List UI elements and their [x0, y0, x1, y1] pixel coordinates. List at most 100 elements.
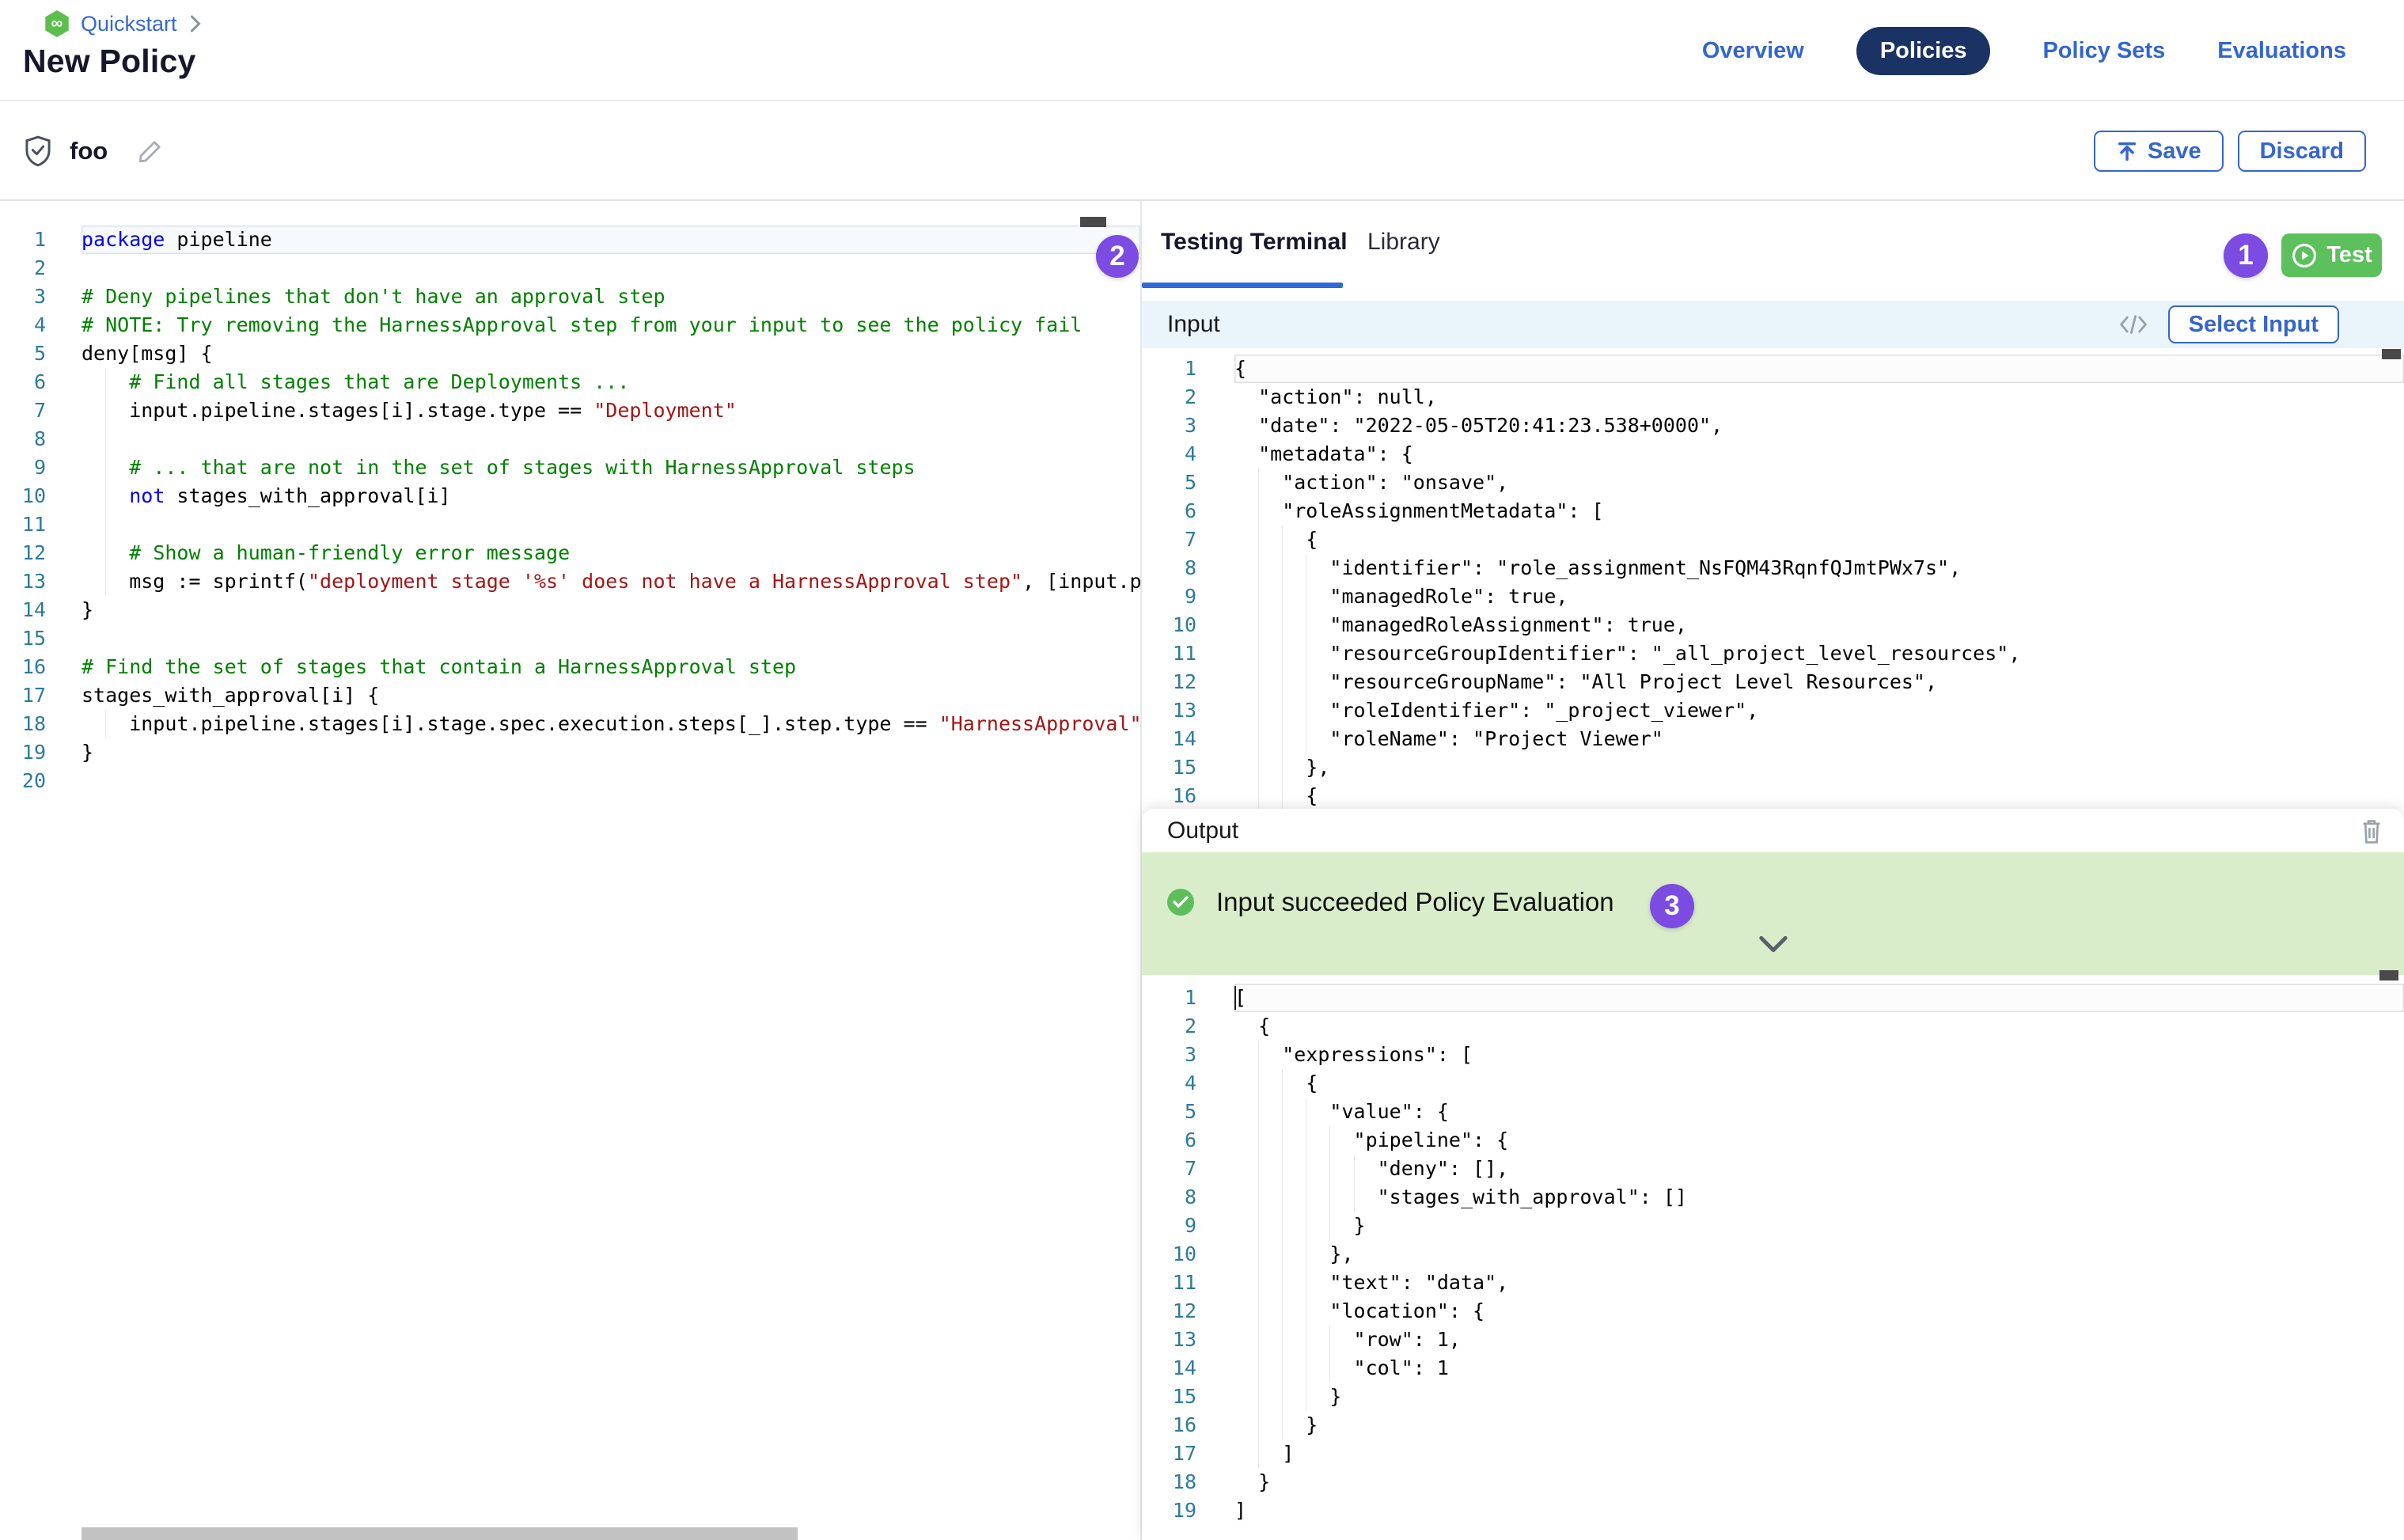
- test-button[interactable]: Test: [2281, 233, 2382, 277]
- code-line[interactable]: 20: [0, 767, 1140, 795]
- evaluation-result-banner: Input succeeded Policy Evaluation: [1142, 852, 2404, 975]
- code-line[interactable]: 2 {: [1142, 1012, 2404, 1041]
- harness-logo-icon[interactable]: ∞: [44, 10, 70, 37]
- code-line[interactable]: 5deny[msg] {: [0, 339, 1140, 368]
- code-line[interactable]: 9 }: [1142, 1212, 2404, 1240]
- code-line[interactable]: 14 "roleName": "Project Viewer": [1142, 725, 2404, 753]
- code-line[interactable]: 6 # Find all stages that are Deployments…: [0, 368, 1140, 396]
- banner-message: Input succeeded Policy Evaluation: [1216, 887, 1614, 917]
- code-line[interactable]: 12 "location": {: [1142, 1297, 2404, 1326]
- code-line[interactable]: 9 # ... that are not in the set of stage…: [0, 453, 1140, 482]
- code-line[interactable]: 11 "resourceGroupIdentifier": "_all_proj…: [1142, 639, 2404, 668]
- code-line[interactable]: 3 "expressions": [: [1142, 1041, 2404, 1069]
- nav-evaluations[interactable]: Evaluations: [2217, 38, 2346, 64]
- code-line[interactable]: 18 }: [1142, 1468, 2404, 1496]
- code-line[interactable]: 12 "resourceGroupName": "All Project Lev…: [1142, 668, 2404, 696]
- code-line[interactable]: 4 {: [1142, 1069, 2404, 1098]
- code-line[interactable]: 1{: [1142, 355, 2404, 383]
- code-line[interactable]: 13 "roleIdentifier": "_project_viewer",: [1142, 696, 2404, 725]
- code-line[interactable]: 4# NOTE: Try removing the HarnessApprova…: [0, 311, 1140, 339]
- code-line[interactable]: 10 },: [1142, 1240, 2404, 1269]
- code-line[interactable]: 3# Deny pipelines that don't have an app…: [0, 283, 1140, 311]
- select-input-button[interactable]: Select Input: [2168, 305, 2339, 343]
- output-section-header: Output: [1142, 809, 2404, 852]
- overview-ruler-mark: [2382, 349, 2401, 359]
- code-line[interactable]: 2 "action": null,: [1142, 383, 2404, 412]
- breadcrumb: ∞ Quickstart: [44, 9, 203, 38]
- code-line[interactable]: 19]: [1142, 1496, 2404, 1525]
- nav-overview[interactable]: Overview: [1702, 38, 1804, 64]
- text-cursor: [1234, 986, 1236, 1010]
- code-line[interactable]: 16 {: [1142, 782, 2404, 809]
- page-header: ∞ Quickstart New Policy Overview Policie…: [0, 0, 2404, 101]
- code-line[interactable]: 16 }: [1142, 1411, 2404, 1439]
- save-button[interactable]: Save: [2094, 131, 2224, 172]
- policy-code-editor[interactable]: 1package pipeline23# Deny pipelines that…: [0, 201, 1140, 1540]
- policy-name: foo: [70, 137, 108, 165]
- discard-button[interactable]: Discard: [2238, 131, 2366, 172]
- code-line[interactable]: 18 input.pipeline.stages[i].stage.spec.e…: [0, 710, 1140, 738]
- breadcrumb-project-link[interactable]: Quickstart: [81, 12, 177, 36]
- code-line[interactable]: 3 "date": "2022-05-05T20:41:23.538+0000"…: [1142, 412, 2404, 440]
- annotation-badge-3: 3: [1650, 884, 1694, 928]
- page-title: New Policy: [23, 43, 195, 80]
- code-line[interactable]: 15: [0, 624, 1140, 653]
- output-label: Output: [1167, 817, 1238, 844]
- nav-policies[interactable]: Policies: [1856, 27, 1991, 75]
- output-section: Output Input succeeded Policy Evaluation: [1142, 809, 2404, 1540]
- panel-tabs: Testing Terminal Library: [1142, 201, 2404, 290]
- output-code-editor[interactable]: 1[2 {3 "expressions": [4 {5 "value": {6 …: [1142, 975, 2404, 1540]
- workspace: 1package pipeline23# Deny pipelines that…: [0, 201, 2404, 1540]
- code-line[interactable]: 1[: [1142, 984, 2404, 1012]
- tab-testing-terminal[interactable]: Testing Terminal: [1161, 201, 1348, 283]
- code-line[interactable]: 8 "identifier": "role_assignment_NsFQM43…: [1142, 554, 2404, 582]
- code-line[interactable]: 11 "text": "data",: [1142, 1269, 2404, 1297]
- code-line[interactable]: 8: [0, 425, 1140, 453]
- annotation-badge-2: 2: [1096, 235, 1139, 278]
- testing-panel: Testing Terminal Library Test Input Sele…: [1142, 201, 2404, 1540]
- trash-icon[interactable]: [2360, 817, 2383, 844]
- code-line[interactable]: 14}: [0, 596, 1140, 624]
- code-line[interactable]: 8 "stages_with_approval": []: [1142, 1183, 2404, 1212]
- code-line[interactable]: 10 "managedRoleAssignment": true,: [1142, 611, 2404, 639]
- code-line[interactable]: 15 },: [1142, 753, 2404, 782]
- code-line[interactable]: 7 input.pipeline.stages[i].stage.type ==…: [0, 396, 1140, 425]
- code-line[interactable]: 9 "managedRole": true,: [1142, 582, 2404, 611]
- policy-identity: foo: [24, 101, 165, 201]
- code-line[interactable]: 4 "metadata": {: [1142, 440, 2404, 468]
- code-line[interactable]: 7 "deny": [],: [1142, 1155, 2404, 1183]
- toolbar-actions: Save Discard: [2094, 101, 2366, 201]
- check-circle-icon: [1167, 889, 1194, 916]
- horizontal-scrollbar[interactable]: [82, 1527, 798, 1540]
- input-code-editor[interactable]: 1{2 "action": null,3 "date": "2022-05-05…: [1142, 348, 2404, 809]
- input-section-header: Input Select Input: [1142, 301, 2404, 348]
- tab-library[interactable]: Library: [1367, 201, 1440, 283]
- code-line[interactable]: 5 "action": "onsave",: [1142, 468, 2404, 497]
- code-line[interactable]: 6 "pipeline": {: [1142, 1126, 2404, 1155]
- code-line[interactable]: 16# Find the set of stages that contain …: [0, 653, 1140, 681]
- code-line[interactable]: 5 "value": {: [1142, 1098, 2404, 1126]
- code-line[interactable]: 15 }: [1142, 1383, 2404, 1411]
- code-line[interactable]: 17stages_with_approval[i] {: [0, 681, 1140, 710]
- code-line[interactable]: 17 ]: [1142, 1439, 2404, 1468]
- pencil-icon[interactable]: [136, 137, 165, 165]
- nav-policy-sets[interactable]: Policy Sets: [2042, 38, 2165, 64]
- new-policy-page: ∞ Quickstart New Policy Overview Policie…: [0, 0, 2404, 1540]
- code-line[interactable]: 7 {: [1142, 525, 2404, 554]
- active-tab-underline: [1142, 283, 1343, 288]
- code-line[interactable]: 1package pipeline: [0, 226, 1140, 254]
- top-nav: Overview Policies Policy Sets Evaluation…: [1702, 0, 2346, 101]
- code-icon[interactable]: [2119, 313, 2148, 336]
- code-line[interactable]: 14 "col": 1: [1142, 1354, 2404, 1383]
- annotation-badge-1: 1: [2224, 233, 2268, 278]
- code-line[interactable]: 13 "row": 1,: [1142, 1326, 2404, 1354]
- code-line[interactable]: 11: [0, 510, 1140, 539]
- code-line[interactable]: 13 msg := sprintf("deployment stage '%s'…: [0, 567, 1140, 596]
- code-line[interactable]: 6 "roleAssignmentMetadata": [: [1142, 497, 2404, 525]
- code-line[interactable]: 2: [0, 254, 1140, 283]
- chevron-down-icon[interactable]: [1758, 935, 1788, 958]
- code-line[interactable]: 12 # Show a human-friendly error message: [0, 539, 1140, 567]
- code-line[interactable]: 10 not stages_with_approval[i]: [0, 482, 1140, 510]
- chevron-right-icon: [188, 14, 203, 33]
- code-line[interactable]: 19}: [0, 738, 1140, 767]
